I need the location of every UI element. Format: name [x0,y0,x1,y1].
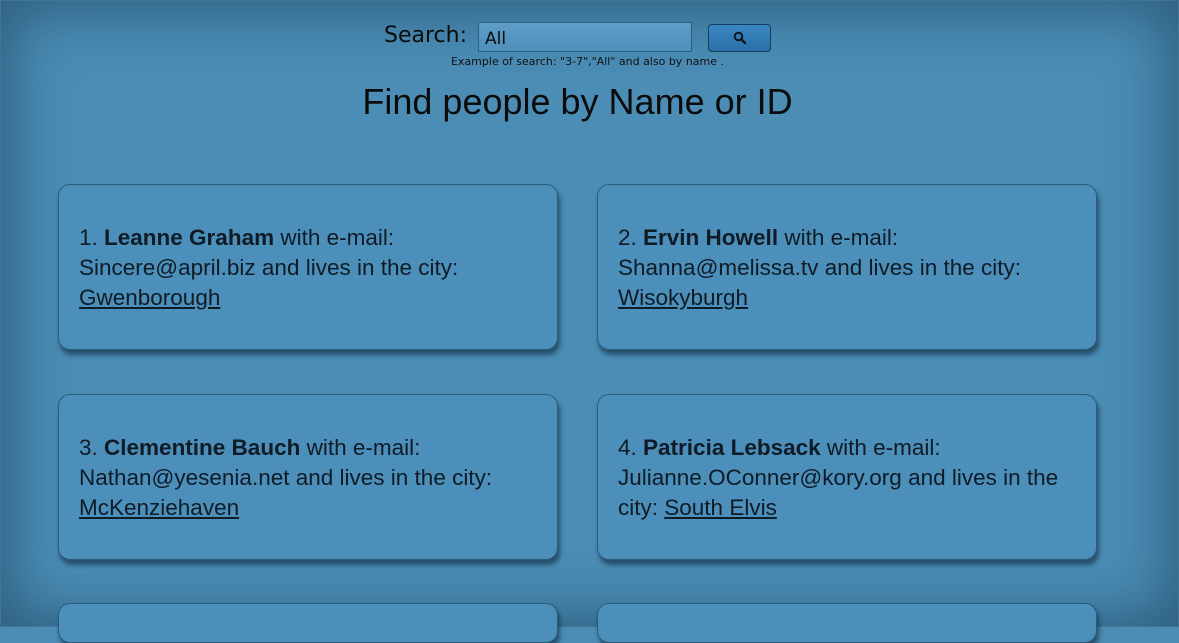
search-hint: Example of search: "3-7","All" and also … [450,55,725,68]
person-name: Patricia Lebsack [643,435,821,460]
person-card-partial [597,603,1097,643]
person-city-link[interactable]: Gwenborough [79,285,220,310]
search-input[interactable] [478,22,692,52]
person-name: Ervin Howell [643,225,779,250]
person-email: Sincere@april.biz [79,255,256,280]
person-email: Nathan@yesenia.net [79,465,290,490]
page-title: Find people by Name or ID [362,81,793,122]
person-city-link[interactable]: McKenziehaven [79,495,239,520]
search-bar: Search: [0,21,1179,53]
person-text: and lives in the city: [818,255,1022,280]
person-text: and lives in the city: [289,465,493,490]
person-name: Leanne Graham [104,225,275,250]
person-text: with e-mail: [820,435,941,460]
person-name: Clementine Bauch [104,435,301,460]
person-email: Shanna@melissa.tv [618,255,819,280]
person-text: and lives in the city: [255,255,459,280]
person-city-link[interactable]: Wisokyburgh [618,285,748,310]
search-label: Search: [384,23,467,48]
person-card: 2. Ervin Howell with e-mail: Shanna@meli… [597,184,1097,350]
person-card: 4. Patricia Lebsack with e-mail: Juliann… [597,394,1097,560]
person-index: 3. [79,435,98,460]
person-card: 1. Leanne Graham with e-mail: Sincere@ap… [58,184,558,350]
person-email: Julianne.OConner@kory.org [618,465,902,490]
person-text: with e-mail: [274,225,395,250]
person-index: 4. [618,435,637,460]
person-card: 3. Clementine Bauch with e-mail: Nathan@… [58,394,558,560]
person-card-partial [58,603,558,643]
person-text: with e-mail: [778,225,899,250]
person-text: with e-mail: [300,435,421,460]
person-city-link[interactable]: South Elvis [664,495,777,520]
person-index: 1. [79,225,98,250]
person-index: 2. [618,225,637,250]
search-button[interactable] [708,24,771,52]
search-icon [733,31,746,45]
